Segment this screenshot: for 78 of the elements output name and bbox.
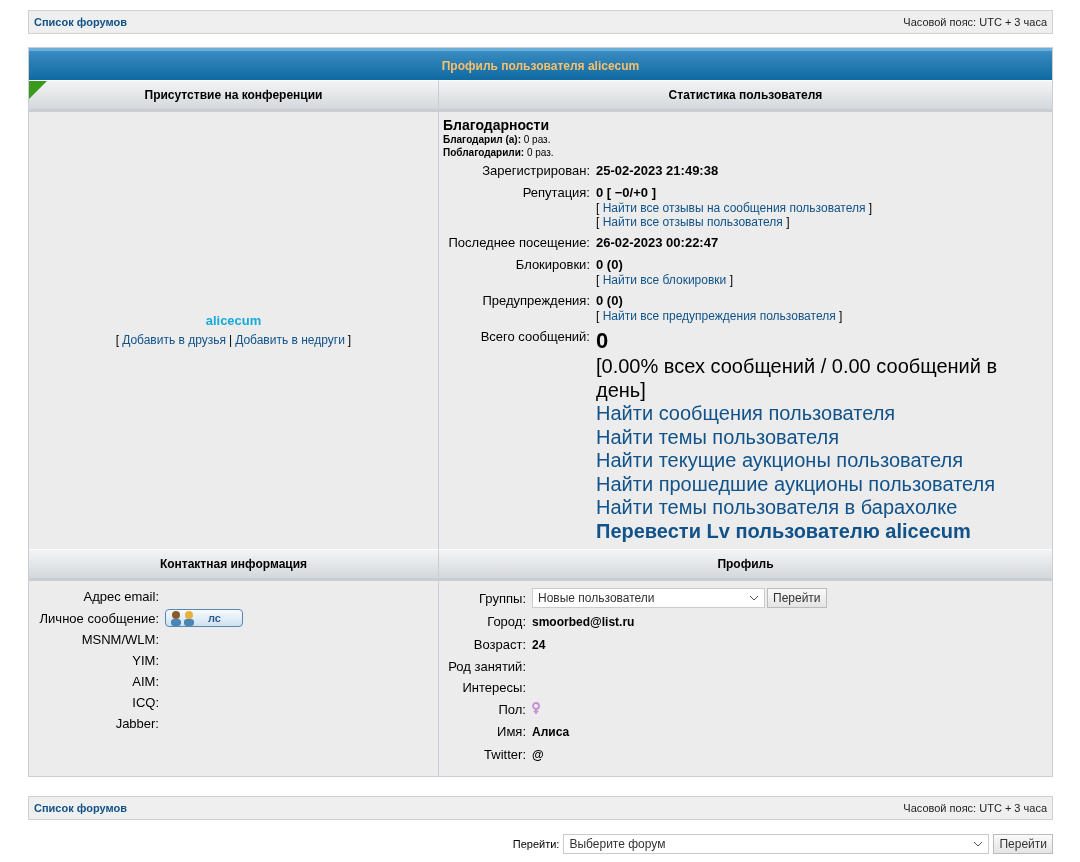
field-label: Имя: — [496, 723, 526, 740]
field-label: ICQ: — [131, 694, 159, 711]
column-header: Статистика пользователя — [438, 80, 1052, 112]
transfer-link[interactable]: Перевести Lv пользователю alicecum — [596, 519, 971, 543]
search-link[interactable]: Найти текущие аукционы пользователя — [596, 449, 963, 473]
field-value: @ — [532, 748, 544, 762]
search-link[interactable]: Найти все блокировки — [602, 273, 727, 287]
field-value: 24 — [532, 638, 546, 652]
stat-label: Всего сообщений: — [479, 328, 590, 346]
search-link[interactable]: Найти все отзывы на сообщения пользователя — [602, 201, 866, 215]
timezone-text: Часовой пояс: UTC + 3 часа — [903, 802, 1047, 814]
column-header: Контактная информация — [29, 549, 438, 581]
column-header: Присутствие на конференции — [29, 80, 438, 112]
bracket: [ — [596, 215, 600, 229]
bracket: [ — [115, 333, 120, 347]
bracket: ] — [868, 201, 873, 215]
post-count: 0 — [596, 328, 609, 354]
search-link[interactable]: Найти темы пользователя — [596, 425, 840, 449]
field-label: Личное сообщение: — [38, 609, 159, 627]
thanks-line: Благодарил (а): 0 раз. — [443, 133, 552, 146]
forum-select[interactable]: Выберите форум — [563, 834, 990, 854]
field-label: AIM: — [131, 673, 159, 690]
username: alicecum — [205, 313, 262, 328]
separator: | — [229, 333, 233, 347]
stat-label: Зарегистрирован: — [481, 162, 590, 179]
field-label: Jabber: — [114, 715, 159, 732]
friend-link[interactable]: Добавить в недруги — [235, 333, 345, 347]
stat-label: Предупреждения: — [481, 292, 590, 310]
bracket: ] — [786, 215, 790, 229]
stat-value: 0 [ −0/+0 ] — [596, 184, 656, 201]
bracket: [ — [596, 309, 600, 323]
timezone-text: Часовой пояс: UTC + 3 часа — [903, 16, 1047, 28]
field-value: Алиса — [532, 725, 570, 739]
search-link[interactable]: Найти все отзывы пользователя — [602, 215, 783, 229]
field-label: Пол: — [497, 700, 526, 718]
profile-title: Профиль пользователя alicecum — [29, 48, 1052, 80]
bracket: ] — [729, 273, 733, 287]
field-label: Интересы: — [461, 679, 526, 696]
pm-button[interactable]: лс — [165, 609, 243, 627]
column-header: Профиль — [438, 549, 1052, 581]
stat-value: 26-02-2023 00:22:47 — [596, 234, 719, 251]
chevron-down-icon — [749, 595, 759, 601]
stat-label: Репутация: — [521, 184, 590, 202]
stat-label: Блокировки: — [514, 256, 590, 274]
thanks-line: Поблагодарили: 0 раз. — [443, 146, 555, 159]
female-icon — [532, 702, 540, 714]
field-label: Группы: — [478, 589, 526, 607]
thanks-title: Благодарности — [443, 117, 551, 133]
search-link[interactable]: Найти темы пользователя в барахолке — [596, 496, 958, 520]
stat-value: 0 (0) — [596, 256, 623, 273]
field-label: Twitter: — [483, 746, 526, 763]
corner-icon — [29, 81, 47, 99]
search-link[interactable]: Найти сообщения пользователя — [596, 402, 896, 426]
stat-label: Последнее посещение: — [447, 234, 590, 251]
chevron-down-icon — [973, 841, 984, 847]
field-label: Возраст: — [472, 636, 526, 653]
stat-value: 25-02-2023 21:49:38 — [596, 162, 719, 179]
field-value: smoorbed@list.ru — [532, 615, 635, 629]
field-label: Род занятий: — [447, 658, 526, 675]
friend-link[interactable]: Добавить в друзья — [122, 333, 226, 347]
go-button[interactable]: Перейти — [993, 834, 1053, 854]
forum-list-link[interactable]: Список форумов — [34, 16, 127, 28]
search-link[interactable]: Найти все предупреждения пользователя — [602, 309, 836, 323]
forum-list-link[interactable]: Список форумов — [34, 802, 127, 814]
search-link[interactable]: Найти прошедшие аукционы пользователя — [596, 472, 996, 496]
field-label: MSNM/WLM: — [80, 631, 159, 648]
jump-label: Перейти: — [512, 838, 560, 850]
field-label: Город: — [486, 613, 526, 630]
go-button[interactable]: Перейти — [767, 588, 827, 608]
field-label: YIM: — [131, 652, 159, 669]
stat-value: 0 (0) — [596, 292, 623, 309]
bracket: [ — [596, 201, 600, 215]
bracket: ] — [839, 309, 843, 323]
group-select[interactable]: Новые пользователи — [532, 588, 765, 608]
bracket: [ — [596, 273, 600, 287]
bracket: ] — [347, 333, 352, 347]
post-stats: [0.00% всех сообщений / 0.00 сообщений в день] — [596, 354, 999, 402]
field-label: Адрес email: — [82, 588, 159, 605]
